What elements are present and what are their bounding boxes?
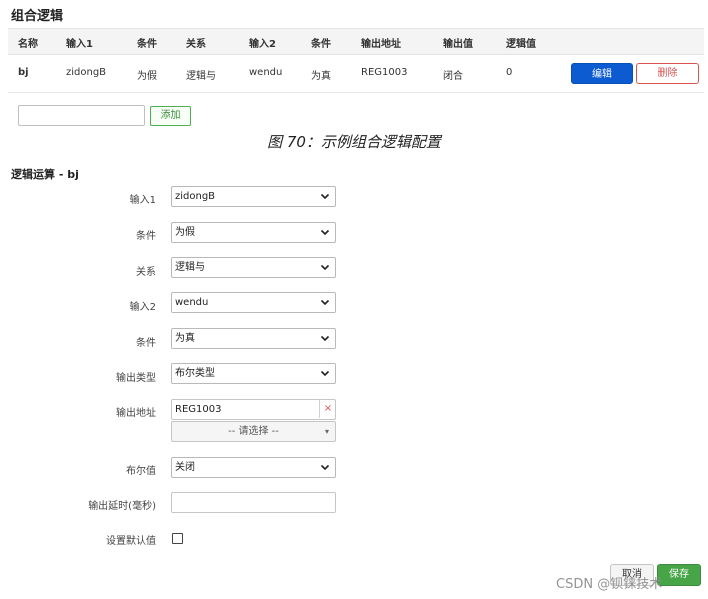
relation-label: 关系	[136, 267, 156, 278]
bool-value-select[interactable]: 关闭	[171, 457, 336, 478]
bool-value-label: 布尔值	[126, 466, 156, 477]
cond2-value: 为真	[175, 333, 195, 344]
output-type-select[interactable]: 布尔类型	[171, 363, 336, 384]
bool-value-value: 关闭	[175, 462, 195, 473]
input2-select[interactable]: wendu	[171, 292, 336, 313]
cell-cond1: 为假	[137, 71, 157, 82]
relation-value: 逻辑与	[175, 262, 205, 273]
cell-input1: zidongB	[66, 67, 107, 78]
input1-select[interactable]: zidongB	[171, 186, 336, 207]
cell-output-address: REG1003	[361, 67, 408, 78]
chevron-down-icon	[320, 262, 330, 272]
table-header: 名称 输入1 条件 关系 输入2 条件 输出地址 输出值 逻辑值	[8, 28, 704, 55]
col-header-output-value: 输出值	[443, 39, 473, 50]
output-type-value: 布尔类型	[175, 368, 215, 379]
col-header-cond2: 条件	[311, 39, 331, 50]
checkbox-icon[interactable]	[172, 533, 183, 544]
col-header-output-address: 输出地址	[361, 39, 401, 50]
input2-value: wendu	[175, 297, 209, 308]
cond1-value: 为假	[175, 227, 195, 238]
add-button[interactable]: 添加	[150, 106, 191, 126]
col-header-input1: 输入1	[66, 39, 93, 50]
chevron-down-icon	[320, 333, 330, 343]
add-name-input[interactable]	[18, 105, 145, 126]
section-title: 逻辑运算 - bj	[11, 168, 79, 181]
page-title: 组合逻辑	[11, 9, 64, 24]
picker-placeholder: -- 请选择 --	[228, 426, 279, 437]
output-address-label: 输出地址	[116, 408, 156, 419]
col-header-logic-value: 逻辑值	[506, 39, 536, 50]
col-header-input2: 输入2	[249, 39, 276, 50]
output-delay-input[interactable]	[171, 492, 336, 513]
cell-cond2: 为真	[311, 71, 331, 82]
chevron-down-icon	[320, 297, 330, 307]
output-delay-label: 输出延时(毫秒)	[88, 501, 156, 512]
watermark: CSDN @钡铼技术	[556, 577, 663, 592]
chevron-down-icon	[320, 191, 330, 201]
figure-caption: 图 70：示例组合逻辑配置	[267, 133, 441, 151]
input2-label: 输入2	[129, 302, 156, 313]
delete-button[interactable]: 删除	[636, 63, 699, 84]
chevron-down-icon	[320, 462, 330, 472]
clear-icon[interactable]: ×	[319, 400, 336, 418]
input1-value: zidongB	[175, 191, 216, 202]
cond1-select[interactable]: 为假	[171, 222, 336, 243]
edit-button[interactable]: 编辑	[571, 63, 633, 84]
caret-down-icon: ▾	[324, 427, 329, 436]
cell-input2: wendu	[249, 67, 283, 78]
col-header-cond1: 条件	[137, 39, 157, 50]
cell-name: bj	[18, 67, 29, 78]
chevron-down-icon	[320, 368, 330, 378]
cond1-label: 条件	[136, 231, 156, 242]
chevron-down-icon	[320, 227, 330, 237]
cond2-label: 条件	[136, 338, 156, 349]
relation-select[interactable]: 逻辑与	[171, 257, 336, 278]
col-header-relation: 关系	[186, 39, 206, 50]
save-button[interactable]: 保存	[657, 564, 701, 586]
cell-logic-value: 0	[506, 67, 513, 78]
col-header-name: 名称	[18, 39, 38, 50]
cell-relation: 逻辑与	[186, 71, 216, 82]
input1-label: 输入1	[129, 195, 156, 206]
output-address-input[interactable]: REG1003	[171, 399, 336, 420]
default-value-label: 设置默认值	[106, 536, 156, 547]
output-address-picker[interactable]: -- 请选择 -- ▾	[171, 421, 336, 442]
output-type-label: 输出类型	[116, 373, 156, 384]
cell-output-value: 闭合	[443, 71, 463, 82]
cond2-select[interactable]: 为真	[171, 328, 336, 349]
